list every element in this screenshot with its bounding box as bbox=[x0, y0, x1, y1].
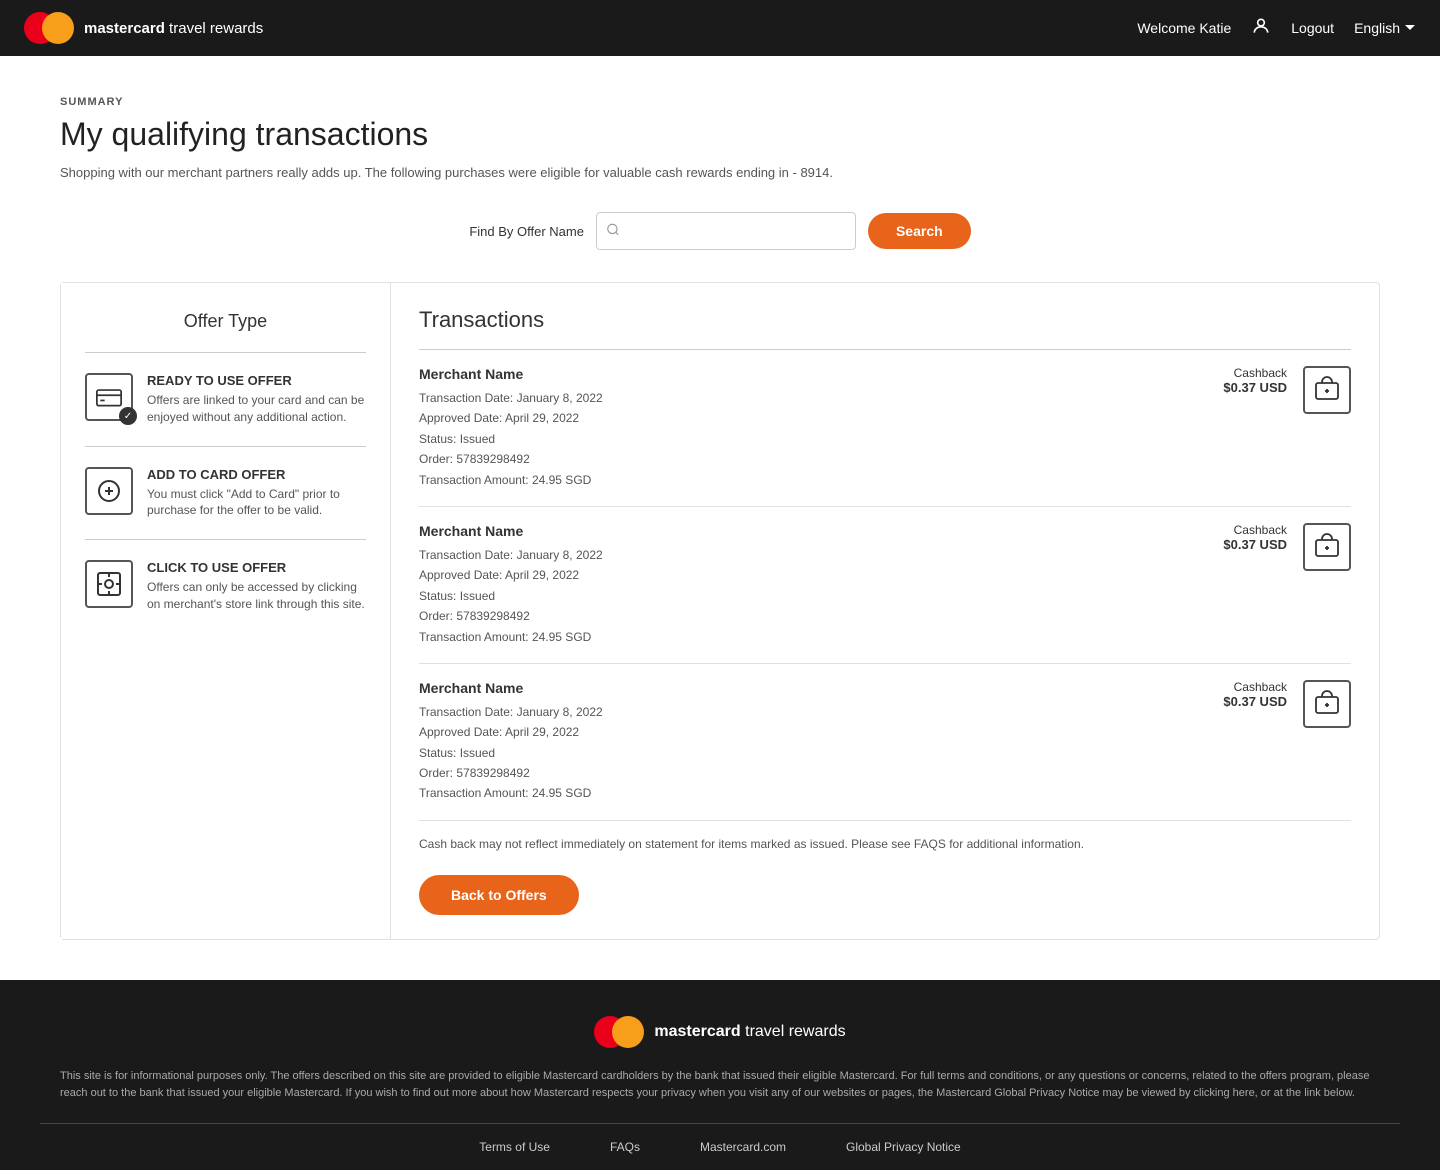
transaction-detail-3: Transaction Date: January 8, 2022 Approv… bbox=[419, 702, 603, 804]
cashback-info-3: Cashback $0.37 USD bbox=[1223, 680, 1287, 709]
ready-offer-icon: ✓ bbox=[85, 373, 133, 421]
footer-brand-name: mastercard travel rewards bbox=[654, 1023, 845, 1041]
offer-type-title: Offer Type bbox=[85, 311, 366, 332]
offer-item-click: CLICK TO USE OFFER Offers can only be ac… bbox=[85, 560, 366, 613]
header: mastercard travel rewards Welcome Katie … bbox=[0, 0, 1440, 56]
merchant-name-3: Merchant Name bbox=[419, 680, 603, 696]
language-label: English bbox=[1354, 20, 1400, 36]
language-selector[interactable]: English bbox=[1354, 20, 1416, 36]
brand-bold: mastercard bbox=[84, 20, 165, 37]
brand-name: mastercard travel rewards bbox=[84, 20, 263, 37]
transaction-detail-1: Transaction Date: January 8, 2022 Approv… bbox=[419, 388, 603, 490]
transaction-right-1: Cashback $0.37 USD bbox=[1223, 366, 1351, 414]
transaction-right-3: Cashback $0.37 USD bbox=[1223, 680, 1351, 728]
click-offer-text: CLICK TO USE OFFER Offers can only be ac… bbox=[147, 560, 366, 613]
cart-icon-2 bbox=[1303, 523, 1351, 571]
table-row: Merchant Name Transaction Date: January … bbox=[419, 507, 1351, 664]
profile-icon-button[interactable] bbox=[1251, 16, 1271, 41]
click-offer-desc: Offers can only be accessed by clicking … bbox=[147, 579, 366, 613]
page-subtitle: Shopping with our merchant partners real… bbox=[60, 165, 1380, 180]
transaction-left-3: Merchant Name Transaction Date: January … bbox=[419, 680, 603, 804]
logo-circle-orange bbox=[42, 12, 74, 44]
ready-divider bbox=[85, 446, 366, 447]
footer: mastercard travel rewards This site is f… bbox=[0, 980, 1440, 1170]
add-offer-text: ADD TO CARD OFFER You must click "Add to… bbox=[147, 467, 366, 520]
cashback-info-1: Cashback $0.37 USD bbox=[1223, 366, 1287, 395]
logout-button[interactable]: Logout bbox=[1291, 20, 1334, 36]
cashback-note: Cash back may not reflect immediately on… bbox=[419, 837, 1351, 851]
offer-type-panel: Offer Type ✓ READY TO USE OFFER Offers a… bbox=[61, 283, 391, 939]
search-button[interactable]: Search bbox=[868, 213, 971, 249]
header-right: Welcome Katie Logout English bbox=[1137, 16, 1416, 41]
footer-logo-circle-orange bbox=[612, 1016, 644, 1048]
merchant-name-1: Merchant Name bbox=[419, 366, 603, 382]
ready-offer-text: READY TO USE OFFER Offers are linked to … bbox=[147, 373, 366, 426]
transactions-title: Transactions bbox=[419, 307, 1351, 333]
brand-light: travel rewards bbox=[165, 20, 263, 37]
cart-icon-3 bbox=[1303, 680, 1351, 728]
breadcrumb: SUMMARY bbox=[60, 96, 1380, 108]
add-offer-desc: You must click "Add to Card" prior to pu… bbox=[147, 486, 366, 520]
footer-link-mastercard[interactable]: Mastercard.com bbox=[700, 1140, 786, 1154]
header-left: mastercard travel rewards bbox=[24, 12, 263, 44]
search-label: Find By Offer Name bbox=[469, 224, 584, 239]
add-offer-icon bbox=[85, 467, 133, 515]
footer-mastercard-logo bbox=[594, 1016, 644, 1048]
footer-link-privacy[interactable]: Global Privacy Notice bbox=[846, 1140, 961, 1154]
add-offer-name: ADD TO CARD OFFER bbox=[147, 467, 366, 482]
content-area: Offer Type ✓ READY TO USE OFFER Offers a… bbox=[60, 282, 1380, 940]
table-row: Merchant Name Transaction Date: January … bbox=[419, 350, 1351, 507]
footer-brand-bold: mastercard bbox=[654, 1023, 740, 1040]
welcome-text: Welcome Katie bbox=[1137, 20, 1231, 36]
offer-type-divider bbox=[85, 352, 366, 353]
click-offer-name: CLICK TO USE OFFER bbox=[147, 560, 366, 575]
check-badge: ✓ bbox=[119, 407, 137, 425]
search-icon bbox=[606, 223, 620, 240]
cashback-info-2: Cashback $0.37 USD bbox=[1223, 523, 1287, 552]
transaction-left-2: Merchant Name Transaction Date: January … bbox=[419, 523, 603, 647]
transaction-detail-2: Transaction Date: January 8, 2022 Approv… bbox=[419, 545, 603, 647]
page-title: My qualifying transactions bbox=[60, 116, 1380, 153]
cart-icon-1 bbox=[1303, 366, 1351, 414]
footer-links: Terms of Use FAQs Mastercard.com Global … bbox=[40, 1123, 1400, 1170]
ready-offer-name: READY TO USE OFFER bbox=[147, 373, 366, 388]
footer-logo-row: mastercard travel rewards bbox=[40, 1016, 1400, 1048]
footer-disclaimer: This site is for informational purposes … bbox=[40, 1068, 1400, 1103]
offer-item-add: ADD TO CARD OFFER You must click "Add to… bbox=[85, 467, 366, 520]
footer-brand-light: travel rewards bbox=[741, 1023, 846, 1040]
add-divider bbox=[85, 539, 366, 540]
table-row: Merchant Name Transaction Date: January … bbox=[419, 664, 1351, 821]
footer-link-faqs[interactable]: FAQs bbox=[610, 1140, 640, 1154]
offer-item-ready: ✓ READY TO USE OFFER Offers are linked t… bbox=[85, 373, 366, 426]
merchant-name-2: Merchant Name bbox=[419, 523, 603, 539]
main-content: SUMMARY My qualifying transactions Shopp… bbox=[0, 56, 1440, 980]
search-input-wrap bbox=[596, 212, 856, 250]
footer-link-terms[interactable]: Terms of Use bbox=[479, 1140, 550, 1154]
back-to-offers-button[interactable]: Back to Offers bbox=[419, 875, 579, 915]
search-input[interactable] bbox=[596, 212, 856, 250]
transactions-panel: Transactions Merchant Name Transaction D… bbox=[391, 283, 1379, 939]
ready-offer-desc: Offers are linked to your card and can b… bbox=[147, 392, 366, 426]
transaction-left-1: Merchant Name Transaction Date: January … bbox=[419, 366, 603, 490]
transaction-right-2: Cashback $0.37 USD bbox=[1223, 523, 1351, 571]
mastercard-logo bbox=[24, 12, 74, 44]
search-row: Find By Offer Name Search bbox=[60, 212, 1380, 250]
click-offer-icon bbox=[85, 560, 133, 608]
